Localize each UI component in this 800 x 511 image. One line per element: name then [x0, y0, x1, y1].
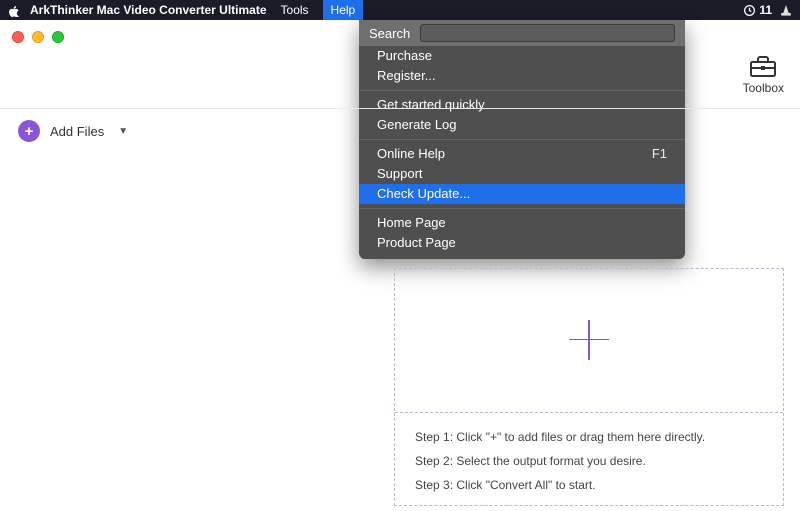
menu-support[interactable]: Support: [359, 164, 685, 184]
step-3: Step 3: Click "Convert All" to start.: [415, 473, 763, 497]
step-2: Step 2: Select the output format you des…: [415, 449, 763, 473]
help-menu: Search Purchase Register... Get started …: [359, 20, 685, 259]
toolbox-icon: [750, 55, 776, 77]
plus-icon: +: [18, 120, 40, 142]
menu-separator: [359, 208, 685, 209]
vlc-icon[interactable]: [780, 4, 792, 17]
macos-menubar: ArkThinker Mac Video Converter Ultimate …: [0, 0, 800, 20]
menu-purchase[interactable]: Purchase: [359, 46, 685, 66]
app-title: ArkThinker Mac Video Converter Ultimate: [30, 3, 267, 17]
step-1: Step 1: Click "+" to add files or drag t…: [415, 425, 763, 449]
toolbox-button[interactable]: Toolbox: [743, 55, 784, 95]
menu-separator: [359, 90, 685, 91]
menu-register[interactable]: Register...: [359, 66, 685, 86]
drop-zone[interactable]: Step 1: Click "+" to add files or drag t…: [394, 268, 784, 506]
shortcut-f1: F1: [652, 146, 667, 162]
help-search-row: Search: [359, 20, 685, 46]
instructions: Step 1: Click "+" to add files or drag t…: [395, 412, 783, 505]
plus-icon: [569, 320, 609, 360]
menu-home-page[interactable]: Home Page: [359, 213, 685, 233]
menu-help[interactable]: Help: [323, 0, 364, 20]
menu-separator: [359, 139, 685, 140]
minimize-button[interactable]: [32, 31, 44, 43]
chevron-down-icon[interactable]: ▼: [118, 126, 128, 137]
menu-check-update[interactable]: Check Update...: [359, 184, 685, 204]
drop-zone-plus-area[interactable]: [395, 269, 783, 410]
menu-product-page[interactable]: Product Page: [359, 233, 685, 253]
toolbox-label: Toolbox: [743, 81, 784, 95]
apple-icon[interactable]: [8, 4, 20, 17]
add-files-label: Add Files: [50, 124, 104, 139]
toolbar-divider: [0, 108, 800, 109]
menu-tools[interactable]: Tools: [281, 3, 309, 17]
window-controls: [12, 31, 64, 43]
help-search-label: Search: [369, 26, 410, 41]
close-button[interactable]: [12, 31, 24, 43]
status-count: 11: [759, 3, 772, 17]
menu-get-started[interactable]: Get started quickly: [359, 95, 685, 115]
zoom-button[interactable]: [52, 31, 64, 43]
help-search-input[interactable]: [420, 24, 675, 42]
status-clock-icon[interactable]: 11: [743, 3, 772, 17]
menu-generate-log[interactable]: Generate Log: [359, 115, 685, 135]
menu-online-help[interactable]: Online Help F1: [359, 144, 685, 164]
add-files-button[interactable]: + Add Files ▼: [18, 120, 128, 142]
